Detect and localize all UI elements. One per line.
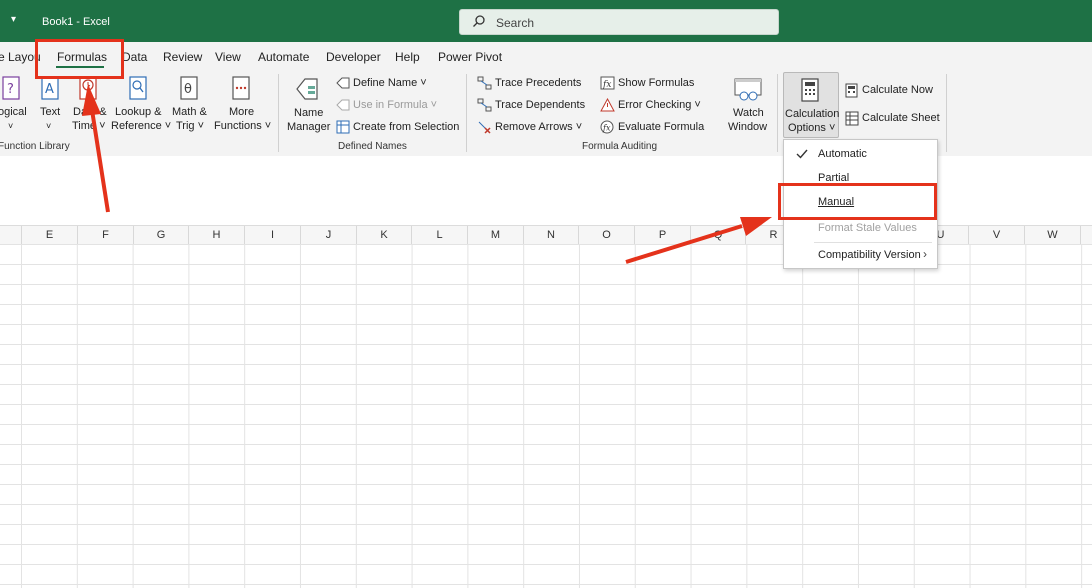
- column-header[interactable]: K: [357, 226, 412, 244]
- column-header[interactable]: I: [245, 226, 301, 244]
- menu-separator: [814, 242, 932, 243]
- column-header[interactable]: F: [78, 226, 134, 244]
- ribbon-separator: [278, 74, 279, 152]
- worksheet-grid[interactable]: [0, 244, 1092, 588]
- app-title: Book1 - Excel: [42, 16, 110, 28]
- tab-review[interactable]: Review: [163, 50, 202, 64]
- tag-icon: [336, 77, 350, 89]
- svg-text:fx: fx: [602, 124, 611, 133]
- trace-dependents-icon: [477, 98, 492, 112]
- annotation-highlight-manual: [778, 183, 937, 220]
- use-in-formula-icon: [336, 99, 350, 111]
- ribbon-separator: [777, 74, 778, 152]
- column-header[interactable]: M: [468, 226, 524, 244]
- name-manager-icon: [296, 78, 318, 100]
- remove-arrows-button[interactable]: Remove Arrows ˅: [477, 120, 592, 136]
- remove-arrows-icon: [478, 121, 491, 134]
- use-in-formula-button: Use in Formula ˅: [336, 98, 446, 114]
- customize-quick-access-icon[interactable]: ▾: [11, 14, 16, 25]
- tab-help[interactable]: Help: [395, 50, 420, 64]
- watch-window-button[interactable]: Watch Window: [726, 70, 770, 140]
- trace-precedents-icon: [477, 76, 492, 90]
- chevron-right-icon: ›: [923, 247, 927, 261]
- ribbon-separator: [946, 74, 947, 152]
- ribbon-tabs: e Layou Formulas Data Review View Automa…: [0, 42, 1092, 70]
- column-header[interactable]: G: [134, 226, 189, 244]
- define-name-button[interactable]: Define Name ˅: [336, 76, 446, 92]
- clock-icon: [79, 76, 97, 100]
- checkmark-icon: [796, 149, 808, 159]
- column-header[interactable]: Q: [691, 226, 746, 244]
- calculate-now-button[interactable]: Calculate Now: [845, 83, 941, 99]
- column-header[interactable]: O: [579, 226, 635, 244]
- menu-item-format-stale-values: Format Stale Values: [818, 222, 917, 234]
- search-icon: [473, 15, 485, 27]
- calculate-sheet-button[interactable]: Calculate Sheet: [845, 111, 941, 127]
- text-functions-button[interactable]: A Text ˅: [38, 70, 64, 140]
- svg-text:θ: θ: [184, 82, 192, 97]
- svg-text:A: A: [45, 82, 54, 97]
- trace-precedents-button[interactable]: Trace Precedents: [477, 76, 587, 92]
- column-header[interactable]: E: [22, 226, 78, 244]
- group-label-formula-auditing: Formula Auditing: [582, 141, 658, 152]
- menu-item-automatic[interactable]: Automatic: [784, 144, 937, 166]
- lookup-icon: [129, 76, 147, 100]
- select-all-corner[interactable]: [0, 226, 22, 244]
- show-formulas-button[interactable]: fx Show Formulas: [600, 76, 700, 92]
- search-input[interactable]: Search: [459, 9, 779, 35]
- trace-dependents-button[interactable]: Trace Dependents: [477, 98, 587, 114]
- column-header[interactable]: H: [189, 226, 245, 244]
- group-label-function-library: Function Library: [0, 141, 70, 152]
- tab-data[interactable]: Data: [122, 50, 147, 64]
- tab-view[interactable]: View: [215, 50, 241, 64]
- column-header[interactable]: P: [635, 226, 691, 244]
- math-trig-button[interactable]: θ Math & Trig ˅: [170, 70, 210, 140]
- logical-icon: ?: [2, 76, 20, 100]
- group-label-defined-names: Defined Names: [338, 141, 407, 152]
- calculator-icon: [801, 78, 819, 102]
- warning-icon: [600, 98, 615, 112]
- search-placeholder: Search: [496, 16, 535, 30]
- more-functions-button[interactable]: More Functions ˅: [212, 70, 272, 140]
- calculate-now-icon: [845, 83, 858, 98]
- math-icon: θ: [180, 76, 198, 100]
- column-header[interactable]: V: [969, 226, 1025, 244]
- tab-power-pivot[interactable]: Power Pivot: [438, 50, 502, 64]
- name-manager-button[interactable]: Name Manager: [284, 70, 330, 140]
- column-header[interactable]: N: [524, 226, 579, 244]
- text-icon: A: [41, 76, 59, 100]
- svg-text:fx: fx: [602, 80, 611, 90]
- evaluate-formula-button[interactable]: fx Evaluate Formula: [600, 120, 710, 136]
- lookup-reference-button[interactable]: Lookup & Reference ˅: [110, 70, 171, 140]
- column-header[interactable]: L: [412, 226, 468, 244]
- more-functions-icon: [232, 76, 250, 100]
- ribbon-separator: [466, 74, 467, 152]
- create-from-selection-button[interactable]: Create from Selection: [336, 120, 461, 136]
- date-time-button[interactable]: Date & Time ˅: [72, 70, 108, 140]
- watch-window-icon: [734, 78, 762, 101]
- column-header[interactable]: J: [301, 226, 357, 244]
- svg-text:?: ?: [7, 82, 14, 97]
- show-formulas-icon: fx: [600, 76, 615, 90]
- create-from-selection-icon: [336, 120, 350, 134]
- annotation-highlight-formulas-tab: [35, 39, 124, 79]
- error-checking-button[interactable]: Error Checking ˅: [600, 98, 712, 114]
- evaluate-formula-icon: fx: [600, 120, 614, 134]
- tab-automate[interactable]: Automate: [258, 50, 309, 64]
- title-bar: ▾ Book1 - Excel Search: [0, 0, 1092, 42]
- menu-item-compatibility-version[interactable]: Compatibility Version ›: [784, 245, 937, 267]
- column-header[interactable]: W: [1025, 226, 1081, 244]
- calculate-sheet-icon: [845, 111, 859, 126]
- tab-developer[interactable]: Developer: [326, 50, 381, 64]
- calculation-options-button[interactable]: Calculation Options ˅: [783, 72, 839, 138]
